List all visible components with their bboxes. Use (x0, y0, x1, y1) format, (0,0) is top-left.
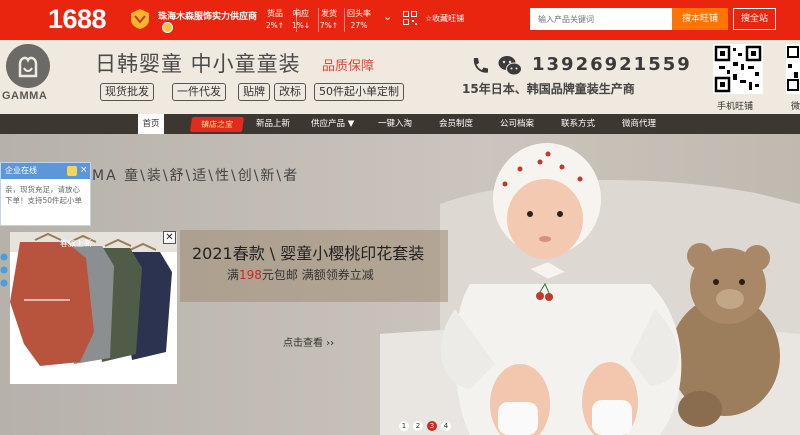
nav-item-agent[interactable]: 微商代理 (622, 114, 656, 134)
nav-item-membership[interactable]: 会员制度 (439, 114, 473, 134)
close-icon[interactable]: ✕ (163, 231, 176, 244)
close-icon[interactable]: × (80, 165, 88, 176)
nav-item-company[interactable]: 公司档案 (500, 114, 534, 134)
chat-header: 企业在线 × (1, 163, 90, 179)
carousel-dot[interactable]: 1 (399, 421, 409, 431)
promo-suffix: 元包邮 满额领券立减 (261, 268, 374, 282)
minimize-icon[interactable] (67, 166, 77, 176)
metric-value: 27% (350, 21, 368, 30)
site-logo[interactable]: 1688 (48, 4, 107, 35)
shop-banner: GAMMA 日韩婴童 中小童童装 品质保障 现货批发 一件代发 贴牌 改标 50… (0, 40, 800, 114)
nav-item-home[interactable]: 首页 (138, 114, 164, 134)
verified-icon (162, 22, 173, 33)
qr-code-icon[interactable] (403, 11, 417, 25)
search-input[interactable] (530, 8, 672, 30)
phone-number: 13926921559 (532, 54, 692, 75)
nav-item-treasure[interactable]: 镇店之宝 (189, 117, 245, 132)
promo-title: 2021春款 \ 婴童小樱桃印花套装 (192, 244, 425, 263)
phone-icon (473, 58, 488, 73)
qr-label: 手机旺铺 (717, 102, 754, 112)
nav-item-new[interactable]: 新品上新 (256, 114, 290, 134)
nav-item-products[interactable]: 供应产品 ▼ (311, 114, 354, 134)
factory-tagline: 15年日本、韩国品牌童装生产商 (462, 82, 635, 96)
qr-code-icon (713, 44, 763, 94)
chat-message: 亲，现货充足，请放心下单！支持50件起小单 (5, 185, 83, 205)
service-tag: 一件代发 (172, 83, 226, 101)
service-tag: 现货批发 (100, 83, 154, 101)
carousel-dot-active[interactable]: 3 (427, 421, 437, 431)
service-tag: 50件起小单定制 (314, 83, 404, 101)
qr-label: 微 (791, 102, 800, 112)
qr-code-icon (786, 44, 800, 94)
promo-subtitle: 满198元包邮 满额领券立减 (227, 266, 374, 283)
search-all-button[interactable]: 搜全站 (733, 8, 776, 30)
promo-amount: 198 (239, 268, 262, 282)
shop-nav: 首页 新品上新 供应产品 ▼ 一键入淘 会员制度 公司档案 联系方式 微商代理 (0, 114, 800, 134)
brand-logo-icon[interactable] (6, 44, 50, 88)
nav-item-taobao[interactable]: 一键入淘 (378, 114, 412, 134)
carousel-dot[interactable]: 4 (441, 421, 451, 431)
favorite-label: 收藏旺铺 (432, 14, 465, 23)
side-contact-icons[interactable] (0, 252, 10, 292)
view-more-link[interactable]: 点击查看 ›› (283, 334, 334, 349)
favorite-shop-link[interactable]: ☆收藏旺铺 (425, 13, 464, 24)
promo-box[interactable]: 2021春款 \ 婴童小樱桃印花套装 满198元包邮 满额领券立减 (180, 230, 448, 302)
wechat-icon (498, 56, 522, 76)
service-tag: 改标 (274, 83, 306, 101)
promo-prefix: 满 (227, 268, 240, 282)
banner-title: 日韩婴童 中小童童装 (95, 52, 301, 76)
chevron-down-icon[interactable]: ⌄ (383, 10, 392, 23)
nav-item-contact[interactable]: 联系方式 (561, 114, 595, 134)
carousel-dot[interactable]: 2 (413, 421, 423, 431)
product-popup-image[interactable] (10, 232, 177, 384)
supplier-badge-icon (131, 9, 149, 29)
service-tag: 贴牌 (238, 83, 270, 101)
search-shop-button[interactable]: 搜本旺铺 (672, 8, 728, 30)
popup-caption: 春款上新 (60, 239, 92, 248)
chat-title: 企业在线 (5, 166, 37, 175)
metric-return-rate: 回头率 27% (340, 8, 378, 32)
banner-guarantee: 品质保障 (322, 59, 375, 74)
top-bar: 1688 珠海木森服饰实力供应商 货品 2%↑ 响应 1%↓ 发货 7%↑ 回头… (0, 0, 800, 40)
online-chat-widget[interactable]: 企业在线 × 亲，现货充足，请放心下单！支持50件起小单 (0, 162, 91, 226)
shop-name[interactable]: 珠海木森服饰实力供应商 (158, 9, 257, 22)
hero-slogan: MA 童\装\舒\适\性\创\新\者 (92, 168, 300, 184)
brand-name: GAMMA (2, 90, 48, 102)
metric-label: 回头率 (347, 9, 371, 18)
